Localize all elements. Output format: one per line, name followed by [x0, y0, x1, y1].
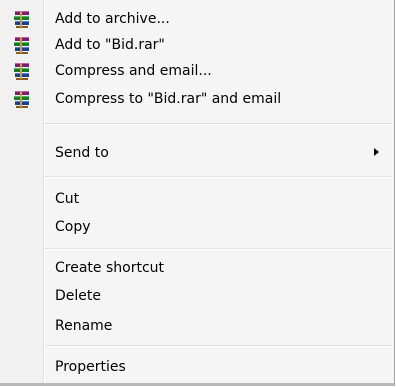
- menu-separator: [45, 176, 392, 178]
- menu-item-label: Create shortcut: [55, 260, 165, 276]
- menu-separator: [45, 248, 392, 250]
- menu-item-rename[interactable]: Rename: [0, 311, 394, 341]
- menu-item-label: Compress and email...: [55, 63, 212, 79]
- menu-item-delete[interactable]: Delete: [0, 281, 394, 311]
- menu-item-send-to[interactable]: Send to: [0, 138, 394, 168]
- menu-item-label: Add to "Bid.rar": [55, 37, 165, 53]
- submenu-arrow-icon: [374, 148, 379, 156]
- winrar-icon: [14, 91, 29, 108]
- menu-item-label: Delete: [55, 288, 101, 304]
- menu-separator: [45, 345, 392, 347]
- menu-item-cut[interactable]: Cut: [0, 184, 394, 214]
- menu-item-label: Cut: [55, 191, 80, 207]
- menu-item-copy[interactable]: Copy: [0, 212, 394, 242]
- menu-item-label: Add to archive...: [55, 11, 170, 27]
- menu-item-label: Send to: [55, 145, 109, 161]
- menu-item-compress-and-email[interactable]: Compress and email...: [0, 56, 394, 86]
- menu-item-label: Properties: [55, 359, 126, 375]
- context-menu: Add to archive... Add to "Bid.rar" Compr…: [0, 0, 395, 386]
- winrar-icon: [14, 63, 29, 80]
- menu-item-label: Rename: [55, 318, 113, 334]
- winrar-icon: [14, 11, 29, 28]
- menu-item-compress-to-bid-rar-and-email[interactable]: Compress to "Bid.rar" and email: [0, 84, 394, 114]
- menu-item-label: Compress to "Bid.rar" and email: [55, 91, 282, 107]
- menu-item-label: Copy: [55, 219, 91, 235]
- menu-separator: [45, 123, 392, 125]
- menu-item-create-shortcut[interactable]: Create shortcut: [0, 253, 394, 283]
- winrar-icon: [14, 37, 29, 54]
- menu-item-properties[interactable]: Properties: [0, 352, 394, 382]
